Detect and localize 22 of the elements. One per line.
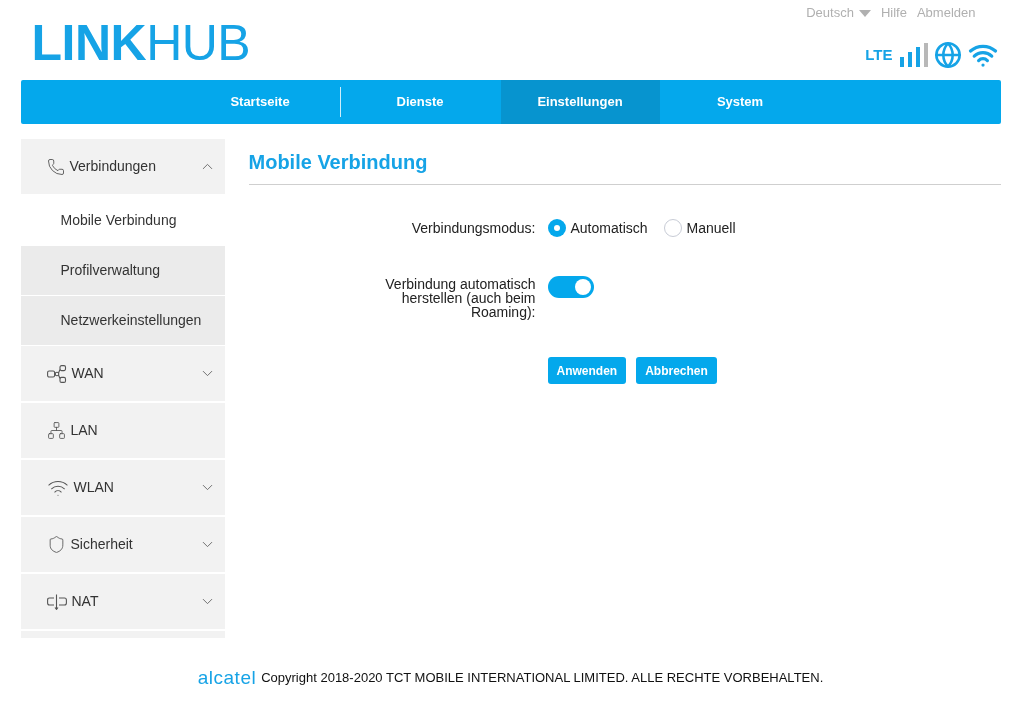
alcatel-logo: alcatel xyxy=(197,667,257,689)
network-icon xyxy=(46,421,66,440)
connector-icon xyxy=(46,593,67,610)
nodes-icon xyxy=(46,364,67,383)
radio-button[interactable] xyxy=(663,219,682,237)
sidebar-subitem[interactable]: Mobile Verbindung xyxy=(20,196,225,246)
radio-button[interactable] xyxy=(547,219,566,237)
toggle-switch[interactable] xyxy=(547,276,594,298)
radio-label[interactable]: Manuell xyxy=(686,217,736,239)
linkhub-logo: LINKHUB xyxy=(31,19,251,67)
radio-label[interactable]: Automatisch xyxy=(570,217,648,239)
phone-icon xyxy=(46,157,65,176)
caret-icon xyxy=(858,9,871,17)
network-type-label: LTE xyxy=(865,44,893,65)
field-label: Verbindung automatisch herstellen (auch beim Roaming): xyxy=(384,277,536,319)
sidebar-subitem[interactable]: Netzwerkeinstellungen xyxy=(20,296,225,346)
sidebar-subitem[interactable]: Profilverwaltung xyxy=(20,246,225,296)
page-title: Mobile Verbindung xyxy=(248,150,429,175)
signal-icon xyxy=(899,43,928,67)
copyright-text: Copyright 2018-2020 TCT MOBILE INTERNATIONAL LIMITED. ALLE RECHTE VORBEHALTEN. xyxy=(261,669,824,688)
globe-icon xyxy=(933,41,962,69)
field-label: Verbindungsmodus: xyxy=(411,218,536,238)
